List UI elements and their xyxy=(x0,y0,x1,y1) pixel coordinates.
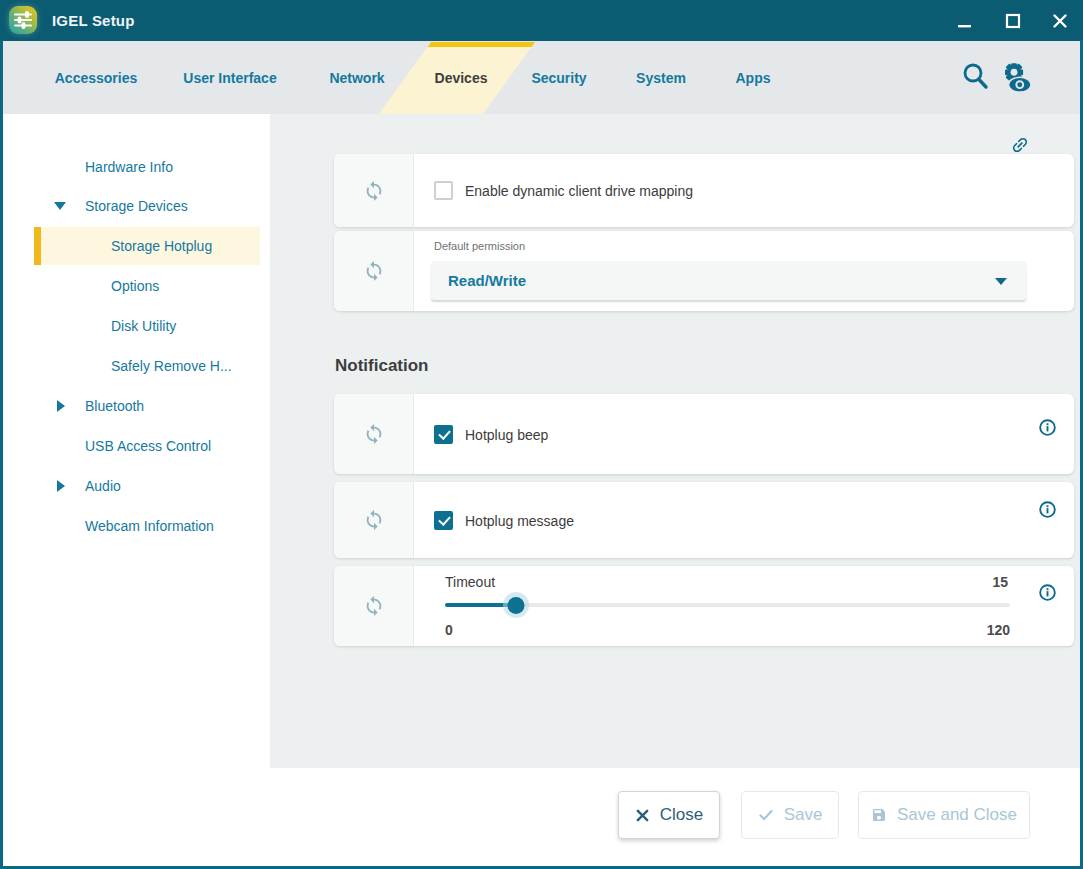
sliders-glyph xyxy=(9,6,37,34)
expanded-triangle-icon[interactable] xyxy=(54,202,66,210)
setting-row-hotplug-beep: Hotplug beep xyxy=(334,394,1074,474)
expert-mode-button[interactable] xyxy=(995,58,1035,98)
igel-logo-icon xyxy=(9,6,37,34)
select-caption: Default permission xyxy=(434,240,525,252)
window-border xyxy=(0,40,3,869)
minimize-button[interactable] xyxy=(948,0,982,41)
close-x-icon xyxy=(635,808,650,823)
tab-security[interactable]: Security xyxy=(523,41,594,114)
setting-row-hotplug-message: Hotplug message xyxy=(334,482,1074,558)
sync-icon xyxy=(363,423,385,445)
tab-system[interactable]: System xyxy=(628,41,694,114)
save-floppy-icon xyxy=(871,807,887,823)
sync-icon xyxy=(363,595,385,617)
collapsed-triangle-icon[interactable] xyxy=(57,400,65,412)
parameter-link-button[interactable] xyxy=(1010,135,1030,155)
tab-apps[interactable]: Apps xyxy=(728,41,779,114)
footer-bar: Close Save Save and Close xyxy=(3,768,1080,866)
search-icon xyxy=(957,59,993,95)
section-title: Notification xyxy=(335,356,429,376)
collapsed-triangle-icon[interactable] xyxy=(57,480,65,492)
save-button[interactable]: Save xyxy=(741,791,839,839)
slider-max: 120 xyxy=(987,622,1010,638)
reset-parameter-cell[interactable] xyxy=(334,231,414,311)
slider-value: 15 xyxy=(992,574,1008,590)
checkbox-hotplug-message[interactable] xyxy=(434,511,453,530)
checkbox-hotplug-beep[interactable] xyxy=(434,425,453,444)
select-value: Read/Write xyxy=(448,261,526,300)
setting-row-default-permission: Default permission Read/Write xyxy=(334,231,1074,311)
reset-parameter-cell[interactable] xyxy=(334,482,414,558)
close-window-button[interactable] xyxy=(1043,0,1077,41)
setting-row-dynamic-mapping: Enable dynamic client drive mapping xyxy=(334,154,1074,227)
info-button[interactable] xyxy=(1039,584,1056,601)
reset-parameter-cell[interactable] xyxy=(334,154,414,227)
sync-icon xyxy=(363,180,385,202)
sidebar-item-audio[interactable]: Audio xyxy=(3,467,260,505)
save-and-close-button[interactable]: Save and Close xyxy=(858,791,1030,839)
checkbox-label: Hotplug beep xyxy=(465,427,548,443)
sidebar-item-safely-remove[interactable]: Safely Remove H... xyxy=(3,347,260,385)
settings-panel: Enable dynamic client drive mapping Defa… xyxy=(270,114,1080,768)
sidebar-item-bluetooth[interactable]: Bluetooth xyxy=(3,387,260,425)
title-bar: IGEL Setup xyxy=(0,0,1083,41)
checkbox-label: Enable dynamic client drive mapping xyxy=(465,183,693,199)
sidebar-item-storage-devices[interactable]: Storage Devices xyxy=(3,187,260,225)
slider-min: 0 xyxy=(445,622,453,638)
sync-icon xyxy=(363,509,385,531)
default-permission-select[interactable]: Read/Write xyxy=(431,261,1026,300)
gear-eye-icon xyxy=(995,58,1035,98)
checkbox-dynamic-mapping[interactable] xyxy=(434,181,453,200)
sidebar-item-options[interactable]: Options xyxy=(3,267,260,305)
slider-label: Timeout xyxy=(445,574,495,590)
reset-parameter-cell[interactable] xyxy=(334,566,414,646)
reset-parameter-cell[interactable] xyxy=(334,394,414,474)
checkbox-label: Hotplug message xyxy=(465,513,574,529)
info-icon xyxy=(1039,584,1056,601)
check-icon xyxy=(758,807,774,823)
dropdown-arrow-icon xyxy=(995,278,1007,285)
tab-bar: Accessories User Interface Network Devic… xyxy=(3,41,1080,114)
sidebar-item-disk-utility[interactable]: Disk Utility xyxy=(3,307,260,345)
sidebar-item-storage-hotplug[interactable]: Storage Hotplug xyxy=(3,227,260,265)
sidebar-nav: Hardware Info Storage Devices Storage Ho… xyxy=(3,114,270,866)
info-icon xyxy=(1039,501,1056,518)
maximize-button[interactable] xyxy=(996,0,1030,41)
tab-network[interactable]: Network xyxy=(321,41,392,114)
tab-accessories[interactable]: Accessories xyxy=(47,41,146,114)
info-icon xyxy=(1039,419,1056,436)
info-button[interactable] xyxy=(1039,501,1056,518)
search-button[interactable] xyxy=(955,59,995,99)
link-icon xyxy=(1010,135,1030,155)
setting-row-timeout: Timeout 15 0 120 xyxy=(334,566,1074,646)
info-button[interactable] xyxy=(1039,419,1056,436)
tab-devices[interactable]: Devices xyxy=(427,41,496,114)
sidebar-item-webcam-information[interactable]: Webcam Information xyxy=(3,507,260,545)
sidebar-item-hardware-info[interactable]: Hardware Info xyxy=(3,148,260,186)
close-button[interactable]: Close xyxy=(618,791,720,839)
sync-icon xyxy=(363,260,385,282)
window-title: IGEL Setup xyxy=(52,0,135,41)
igel-setup-window: IGEL Setup Accessories User Interface Ne… xyxy=(0,0,1083,869)
sidebar-item-usb-access-control[interactable]: USB Access Control xyxy=(3,427,260,465)
timeout-slider[interactable] xyxy=(445,603,1010,607)
tab-user-interface[interactable]: User Interface xyxy=(175,41,284,114)
slider-thumb[interactable] xyxy=(508,597,525,614)
